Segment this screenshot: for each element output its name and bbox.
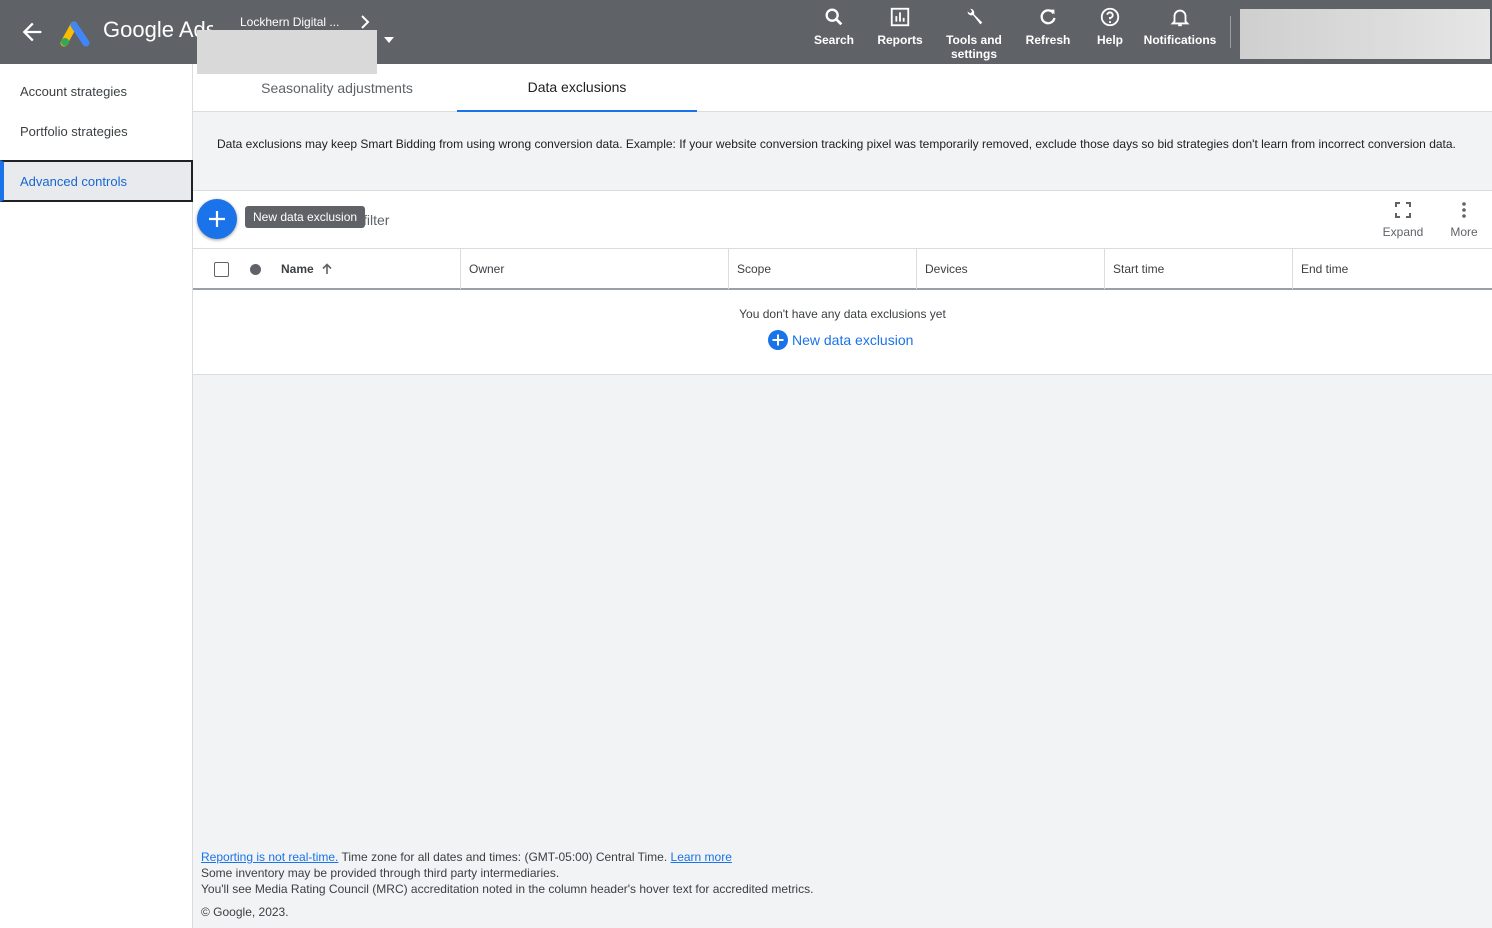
- table-header: Name Owner Scope Devices Start time End …: [193, 248, 1492, 290]
- filter-button[interactable]: filter: [363, 212, 389, 228]
- search-icon: [825, 8, 843, 26]
- expand-icon: [1395, 202, 1411, 218]
- new-data-exclusion-label: New data exclusion: [792, 332, 914, 348]
- nav-notifications-button[interactable]: Notifications: [1141, 6, 1219, 47]
- nav-refresh-button[interactable]: Refresh: [1023, 6, 1073, 47]
- sidebar-item-account-strategies[interactable]: Account strategies: [0, 71, 193, 111]
- nav-help-button[interactable]: Help: [1093, 6, 1127, 47]
- sidebar-item-portfolio-strategies[interactable]: Portfolio strategies: [0, 111, 193, 151]
- tab-bar: Seasonality adjustments Data exclusions: [193, 64, 1492, 112]
- select-all-checkbox[interactable]: [214, 262, 229, 277]
- footer-line-1: Reporting is not real-time. Time zone fo…: [201, 849, 813, 865]
- nav-reports-button[interactable]: Reports: [874, 6, 926, 47]
- column-header-end-time[interactable]: End time: [1292, 249, 1492, 289]
- more-vert-icon: [1462, 202, 1466, 218]
- expand-button[interactable]: Expand: [1378, 201, 1428, 239]
- add-data-exclusion-button[interactable]: [197, 199, 237, 239]
- empty-state-message: You don't have any data exclusions yet: [739, 307, 946, 321]
- back-arrow-icon[interactable]: [18, 18, 46, 46]
- nav-notifications-label: Notifications: [1143, 33, 1217, 47]
- help-icon: [1100, 7, 1120, 27]
- new-data-exclusion-link[interactable]: New data exclusion: [768, 330, 913, 350]
- arrow-up-icon: [322, 263, 332, 274]
- column-header-name[interactable]: Name: [273, 249, 461, 289]
- google-ads-logo: [60, 21, 90, 47]
- more-label: More: [1450, 225, 1478, 239]
- column-header-scope[interactable]: Scope: [728, 249, 916, 289]
- bell-icon: [1170, 9, 1190, 27]
- description-text: Data exclusions may keep Smart Bidding f…: [217, 137, 1456, 151]
- add-button-tooltip: New data exclusion: [245, 206, 366, 228]
- dropdown-arrow-icon[interactable]: [382, 34, 396, 46]
- expand-label: Expand: [1382, 225, 1424, 239]
- sidebar-item-advanced-controls[interactable]: Advanced controls: [0, 160, 193, 202]
- nav-search-button[interactable]: Search: [811, 6, 857, 47]
- column-header-start-time[interactable]: Start time: [1104, 249, 1292, 289]
- column-name-label: Name: [281, 262, 314, 276]
- reports-icon: [890, 7, 910, 27]
- copyright: © Google, 2023.: [201, 905, 289, 919]
- nav-tools-button[interactable]: Tools and settings: [942, 6, 1006, 61]
- redacted-profile[interactable]: [1240, 9, 1490, 59]
- tab-data-exclusions[interactable]: Data exclusions: [457, 64, 697, 112]
- account-name[interactable]: Lockhern Digital ...: [240, 15, 339, 29]
- chevron-right-icon[interactable]: [358, 14, 372, 30]
- redacted-account-id: [197, 30, 377, 74]
- sidebar: Account strategies Portfolio strategies …: [0, 64, 193, 928]
- column-header-devices[interactable]: Devices: [916, 249, 1104, 289]
- more-button[interactable]: More: [1447, 201, 1481, 239]
- learn-more-link[interactable]: Learn more: [671, 850, 732, 864]
- nav-search-label: Search: [813, 33, 855, 47]
- nav-reports-label: Reports: [877, 33, 923, 47]
- nav-refresh-label: Refresh: [1025, 33, 1071, 47]
- mrc-text: You'll see Media Rating Council (MRC) ac…: [201, 882, 814, 896]
- footer: Reporting is not real-time. Time zone fo…: [201, 849, 813, 897]
- wrench-icon: [967, 8, 983, 25]
- timezone-text: Time zone for all dates and times: (GMT-…: [338, 850, 671, 864]
- topbar-divider: [1230, 16, 1231, 48]
- status-dot-icon: [250, 264, 261, 275]
- data-exclusions-table-card: filter New data exclusion Expand More Na…: [193, 190, 1492, 375]
- inventory-text: Some inventory may be provided through t…: [201, 866, 560, 880]
- add-circle-icon: [768, 330, 788, 350]
- column-header-owner[interactable]: Owner: [460, 249, 728, 289]
- top-bar: Google Ads Lockhern Digital ... Search R…: [0, 0, 1492, 74]
- nav-help-label: Help: [1096, 33, 1123, 47]
- plus-icon: [209, 211, 225, 227]
- nav-tools-label: Tools and settings: [946, 33, 1002, 61]
- refresh-icon: [1040, 9, 1056, 25]
- reporting-not-realtime-link[interactable]: Reporting is not real-time.: [201, 850, 338, 864]
